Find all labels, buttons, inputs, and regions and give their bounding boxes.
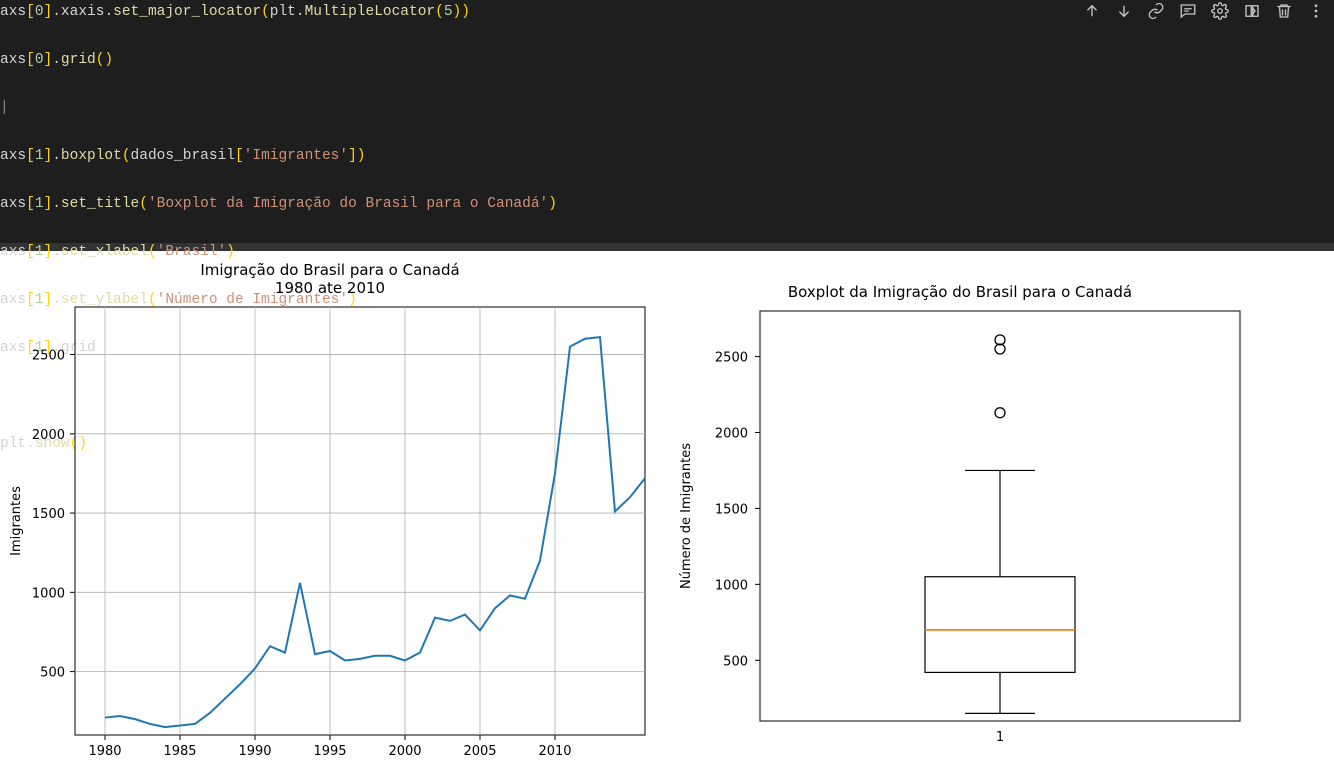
link-icon[interactable] xyxy=(1146,2,1166,29)
comment-icon[interactable] xyxy=(1178,2,1198,29)
more-icon[interactable] xyxy=(1306,2,1326,29)
mirror-icon[interactable] xyxy=(1242,2,1262,29)
svg-text:1: 1 xyxy=(996,730,1004,745)
svg-text:1500: 1500 xyxy=(715,502,748,517)
gear-icon[interactable] xyxy=(1210,2,1230,29)
svg-text:1000: 1000 xyxy=(715,578,748,593)
svg-text:500: 500 xyxy=(723,654,748,669)
svg-text:Número de Imigrantes: Número de Imigrantes xyxy=(679,443,694,589)
svg-text:1500: 1500 xyxy=(32,507,65,522)
chart-title-2: Boxplot da Imigração do Brasil para o Ca… xyxy=(660,283,1260,301)
svg-text:2000: 2000 xyxy=(715,426,748,441)
arrow-up-icon[interactable] xyxy=(1082,2,1102,29)
svg-text:1000: 1000 xyxy=(32,586,65,601)
output-area: Imigração do Brasil para o Canadá 1980 a… xyxy=(0,251,1334,765)
code-cell[interactable]: axs[0].xaxis.set_major_locator(plt.Multi… xyxy=(0,0,1334,243)
line-chart: Imigração do Brasil para o Canadá 1980 a… xyxy=(0,261,660,765)
trash-icon[interactable] xyxy=(1274,2,1294,29)
box-plot: Boxplot da Imigração do Brasil para o Ca… xyxy=(660,261,1260,765)
svg-text:500: 500 xyxy=(40,666,65,681)
chart-subtitle-1: 1980 ate 2010 xyxy=(0,279,660,297)
svg-text:2500: 2500 xyxy=(715,351,748,366)
arrow-down-icon[interactable] xyxy=(1114,2,1134,29)
svg-text:2500: 2500 xyxy=(32,349,65,364)
chart-title-1: Imigração do Brasil para o Canadá xyxy=(0,261,660,279)
svg-text:Imigrantes: Imigrantes xyxy=(9,486,24,556)
svg-text:2000: 2000 xyxy=(32,428,65,443)
cell-toolbar xyxy=(1082,2,1326,29)
